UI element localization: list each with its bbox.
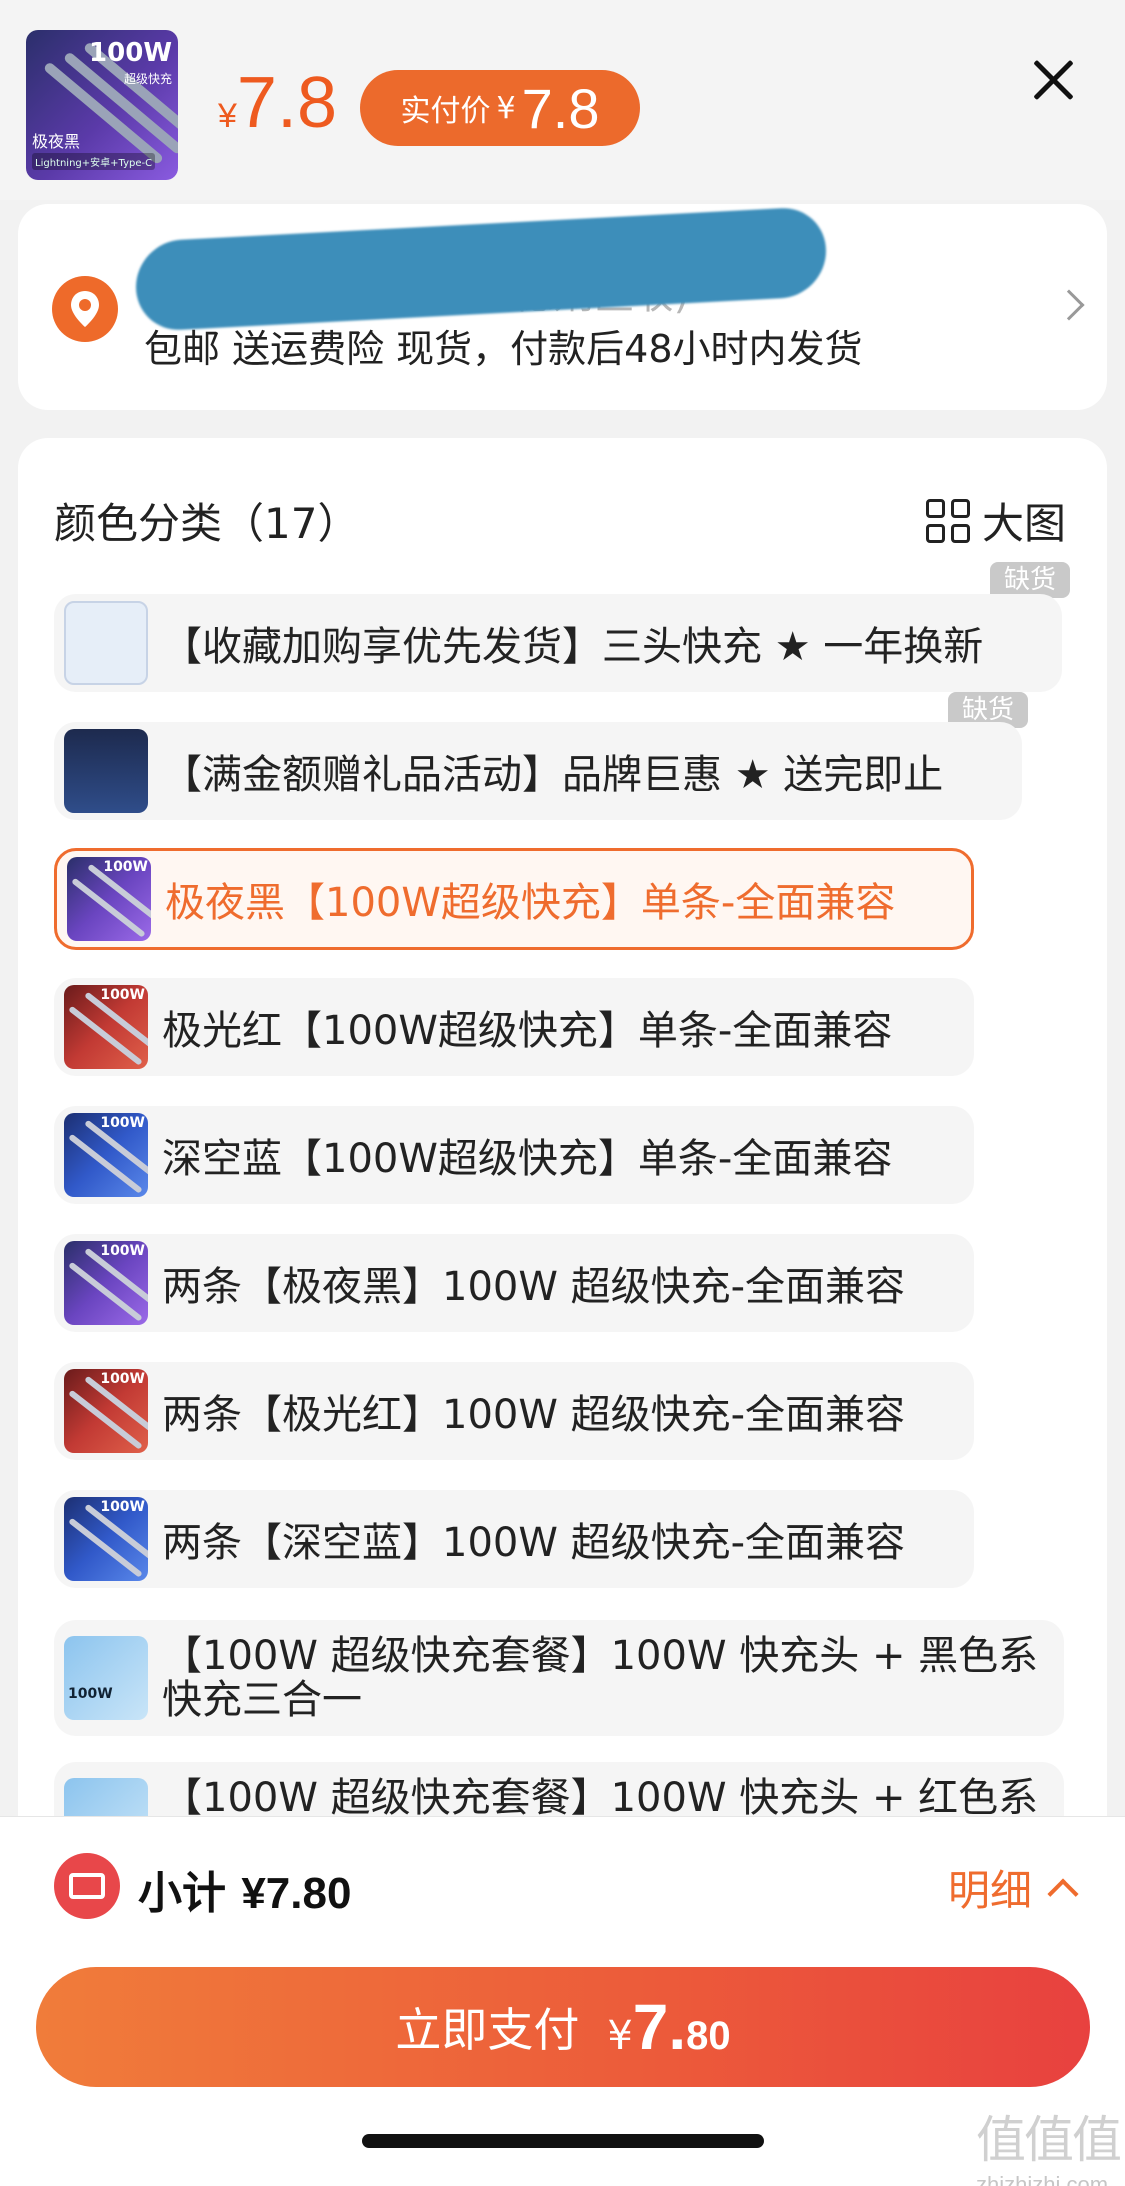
option-label: 两条【极光红】100W 超级快充-全面兼容 xyxy=(162,1392,906,1438)
watermark-logo: 值值值 xyxy=(976,2112,1122,2168)
spec-card: 颜色分类（17） 大图 缺货 【收藏加购享优先发货】三头快充 ★ 一年换新 缺货… xyxy=(18,438,1107,1838)
option-label: 两条【深空蓝】100W 超级快充-全面兼容 xyxy=(162,1520,906,1566)
soldout-badge: 缺货 xyxy=(990,562,1071,598)
detail-toggle[interactable]: 明细 xyxy=(948,1857,1079,1918)
address-card[interactable]: (实德剂区收) 包邮 送运费险 现货，付款后48小时内发货 xyxy=(18,204,1107,410)
option-label: 【收藏加购享优先发货】三头快充 ★ 一年换新 xyxy=(162,624,984,670)
subtotal-value: ¥7.80 xyxy=(241,1869,352,1918)
price: ¥7.8 xyxy=(218,62,337,144)
spec-option[interactable]: 100W 深空蓝【100W超级快充】单条-全面兼容 xyxy=(54,1106,974,1204)
price-value: 7.8 xyxy=(236,63,338,143)
option-label: 极夜黑【100W超级快充】单条-全面兼容 xyxy=(165,880,896,926)
thumb-badge-sub: 超级快充 xyxy=(123,72,172,86)
option-thumbnail: 100W xyxy=(64,985,148,1069)
option-label: 【100W 超级快充套餐】100W 快充头 + 黑色系快充三合一 xyxy=(162,1633,1039,1723)
spec-option[interactable]: 100W 【100W 超级快充套餐】100W 快充头 + 黑色系快充三合一 xyxy=(54,1620,1064,1736)
actual-price-pill: 实付价 ¥ 7.8 xyxy=(360,70,640,146)
big-image-label: 大图 xyxy=(982,499,1067,548)
checkout-bar: 小计 ¥7.80 明细 立即支付 ¥7.80 xyxy=(0,1816,1125,2186)
thumb-badge: 100W xyxy=(89,38,172,68)
option-thumbnail: 100W xyxy=(64,1369,148,1453)
spec-option[interactable]: 【满金额赠礼品活动】品牌巨惠 ★ 送完即止 xyxy=(54,722,1022,820)
spec-option[interactable]: 100W 两条【深空蓝】100W 超级快充-全面兼容 xyxy=(54,1490,974,1588)
chevron-right-icon xyxy=(1053,289,1085,321)
address-redaction xyxy=(136,205,826,333)
option-thumbnail: 100W xyxy=(64,1497,148,1581)
thumb-tag: 极夜黑 xyxy=(32,132,81,151)
option-label: 深空蓝【100W超级快充】单条-全面兼容 xyxy=(162,1136,893,1182)
spec-title: 颜色分类（17） xyxy=(54,499,360,548)
big-image-toggle[interactable]: 大图 xyxy=(926,490,1066,551)
option-thumbnail: 100W xyxy=(64,1241,148,1325)
option-thumbnail: 100W xyxy=(64,1113,148,1197)
spec-option[interactable]: 100W 极光红【100W超级快充】单条-全面兼容 xyxy=(54,978,974,1076)
watermark: 值值值 zhizhizhi.com xyxy=(976,2100,1122,2186)
home-indicator[interactable] xyxy=(362,2134,764,2148)
spec-option[interactable]: 【收藏加购享优先发货】三头快充 ★ 一年换新 xyxy=(54,594,1062,692)
option-label: 两条【极夜黑】100W 超级快充-全面兼容 xyxy=(162,1264,906,1310)
watermark-url: zhizhizhi.com xyxy=(976,2172,1109,2186)
close-icon[interactable] xyxy=(1025,52,1081,108)
product-thumbnail[interactable]: 100W 超级快充 极夜黑 Lightning+安卓+Type-C xyxy=(26,30,178,180)
detail-label: 明细 xyxy=(948,1866,1033,1915)
actual-price-value: 7.8 xyxy=(521,76,600,140)
spec-option[interactable]: 100W 两条【极光红】100W 超级快充-全面兼容 xyxy=(54,1362,974,1460)
spec-option[interactable]: 100W 两条【极夜黑】100W 超级快充-全面兼容 xyxy=(54,1234,974,1332)
grid-icon xyxy=(926,498,970,543)
spec-option-selected[interactable]: 100W 极夜黑【100W超级快充】单条-全面兼容 xyxy=(54,848,974,950)
option-label: 【100W 超级快充套餐】100W 快充头 + 红色系 xyxy=(162,1775,1039,1821)
subtotal-label: 小计 xyxy=(138,1868,226,1919)
price-currency: ¥ xyxy=(218,97,237,135)
option-thumbnail: 100W xyxy=(67,857,151,941)
thumb-tag-sub: Lightning+安卓+Type-C xyxy=(32,153,156,170)
option-thumbnail xyxy=(64,601,148,685)
option-thumbnail xyxy=(64,729,148,813)
pay-now-button[interactable]: 立即支付 ¥7.80 xyxy=(36,1967,1090,2087)
chevron-up-icon xyxy=(1047,1877,1079,1910)
option-label: 极光红【100W超级快充】单条-全面兼容 xyxy=(162,1008,893,1054)
coupon-icon[interactable] xyxy=(54,1853,120,1919)
location-pin-icon xyxy=(52,276,118,342)
option-label: 【满金额赠礼品活动】品牌巨惠 ★ 送完即止 xyxy=(162,752,944,798)
actual-price-currency: ¥ xyxy=(496,90,516,126)
shipping-info: 包邮 送运费险 现货，付款后48小时内发货 xyxy=(144,327,863,371)
actual-price-label: 实付价 xyxy=(400,94,491,129)
option-thumbnail: 100W xyxy=(64,1636,148,1720)
pay-button-label: 立即支付 xyxy=(395,2003,580,2057)
pay-button-amount: ¥7.80 xyxy=(607,1991,731,2063)
subtotal: 小计 ¥7.80 xyxy=(138,1857,351,1921)
